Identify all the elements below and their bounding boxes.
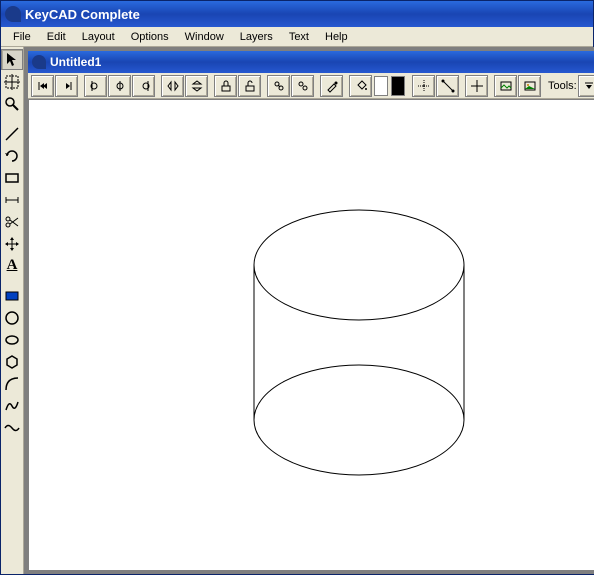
image1-button[interactable] — [494, 75, 517, 97]
pointer-tool[interactable] — [1, 49, 23, 70]
menu-options[interactable]: Options — [123, 29, 177, 45]
snap-grid-icon — [441, 79, 455, 93]
link-icon — [272, 79, 286, 93]
image1-icon — [499, 79, 513, 93]
polygon-tool[interactable] — [1, 351, 23, 372]
snap-grid-button[interactable] — [436, 75, 459, 97]
menu-file[interactable]: File — [5, 29, 39, 45]
pointer-icon — [4, 52, 20, 68]
align-left-button[interactable] — [84, 75, 107, 97]
unlock-button[interactable] — [238, 75, 261, 97]
nav-right-icon — [60, 79, 74, 93]
move-tool[interactable] — [1, 233, 23, 254]
align-center-button[interactable] — [108, 75, 131, 97]
circle-icon — [4, 310, 20, 326]
circle-tool[interactable] — [1, 307, 23, 328]
dimension-tool[interactable] — [1, 189, 23, 210]
document-titlebar: Untitled1 — [28, 51, 594, 73]
unlock-icon — [243, 79, 257, 93]
color-black[interactable] — [391, 76, 405, 96]
document-title: Untitled1 — [50, 55, 101, 69]
unlink-icon — [296, 79, 310, 93]
left-toolbar: A — [1, 47, 24, 574]
line-tool[interactable] — [1, 123, 23, 144]
lock-icon — [219, 79, 233, 93]
line-icon — [4, 126, 20, 142]
crosshair-icon — [4, 74, 20, 90]
bucket-icon — [354, 79, 368, 93]
eyedropper-button[interactable] — [320, 75, 343, 97]
eyedropper-icon — [325, 79, 339, 93]
dimension-icon — [4, 192, 20, 208]
tools-dropdown[interactable] — [578, 75, 594, 97]
drawing-canvas[interactable] — [28, 99, 594, 570]
curve-tool[interactable] — [1, 395, 23, 416]
filled-rect-tool[interactable] — [1, 285, 23, 306]
lock-button[interactable] — [214, 75, 237, 97]
main-area: A Untitled1 — [1, 47, 593, 574]
app-icon — [5, 6, 21, 22]
document-toolbar: Tools: — [28, 73, 594, 99]
filled-rect-icon — [4, 288, 20, 304]
arc-tool[interactable] — [1, 373, 23, 394]
rotate-tool[interactable] — [1, 145, 23, 166]
flip-h-button[interactable] — [161, 75, 184, 97]
menu-layout[interactable]: Layout — [74, 29, 123, 45]
app-titlebar: KeyCAD Complete — [1, 1, 593, 27]
snap-point-icon — [417, 79, 431, 93]
cylinder-drawing — [29, 100, 589, 570]
rotate-icon — [4, 148, 20, 164]
magnifier-icon — [4, 96, 20, 112]
align-center-icon — [113, 79, 127, 93]
curve-icon — [4, 398, 20, 414]
document-area: Untitled1 — [24, 47, 594, 574]
snap-point-button[interactable] — [412, 75, 435, 97]
crosshair-button[interactable] — [465, 75, 488, 97]
menu-text[interactable]: Text — [281, 29, 317, 45]
nav-left-button[interactable] — [31, 75, 54, 97]
rectangle-tool[interactable] — [1, 167, 23, 188]
link-button[interactable] — [267, 75, 290, 97]
zoom-tool[interactable] — [1, 93, 23, 114]
rectangle-icon — [4, 170, 20, 186]
align-right-icon — [137, 79, 151, 93]
menu-help[interactable]: Help — [317, 29, 356, 45]
tools-label: Tools: — [548, 80, 577, 92]
move-icon — [4, 236, 20, 252]
select-tool[interactable] — [1, 71, 23, 92]
ellipse-tool[interactable] — [1, 329, 23, 350]
color-white[interactable] — [374, 76, 388, 96]
menu-edit[interactable]: Edit — [39, 29, 74, 45]
align-right-button[interactable] — [132, 75, 155, 97]
menu-window[interactable]: Window — [177, 29, 232, 45]
wave-tool[interactable] — [1, 417, 23, 438]
wave-icon — [4, 420, 20, 436]
nav-left-icon — [36, 79, 50, 93]
flip-h-icon — [166, 79, 180, 93]
image2-icon — [523, 79, 537, 93]
flip-v-button[interactable] — [185, 75, 208, 97]
hexagon-icon — [4, 354, 20, 370]
flip-v-icon — [190, 79, 204, 93]
ellipse-icon — [4, 332, 20, 348]
app-title: KeyCAD Complete — [25, 7, 140, 22]
text-tool[interactable]: A — [1, 255, 23, 276]
big-crosshair-icon — [470, 79, 484, 93]
nav-right-button[interactable] — [55, 75, 78, 97]
dropdown-arrow-icon — [582, 79, 594, 93]
fill-button[interactable] — [349, 75, 372, 97]
menu-layers[interactable]: Layers — [232, 29, 281, 45]
scissors-icon — [4, 214, 20, 230]
align-left-icon — [89, 79, 103, 93]
doc-icon — [32, 55, 46, 69]
image2-button[interactable] — [518, 75, 541, 97]
menu-bar: File Edit Layout Options Window Layers T… — [1, 27, 593, 47]
text-a-icon: A — [7, 257, 18, 274]
cut-tool[interactable] — [1, 211, 23, 232]
unlink-button[interactable] — [291, 75, 314, 97]
arc-icon — [4, 376, 20, 392]
